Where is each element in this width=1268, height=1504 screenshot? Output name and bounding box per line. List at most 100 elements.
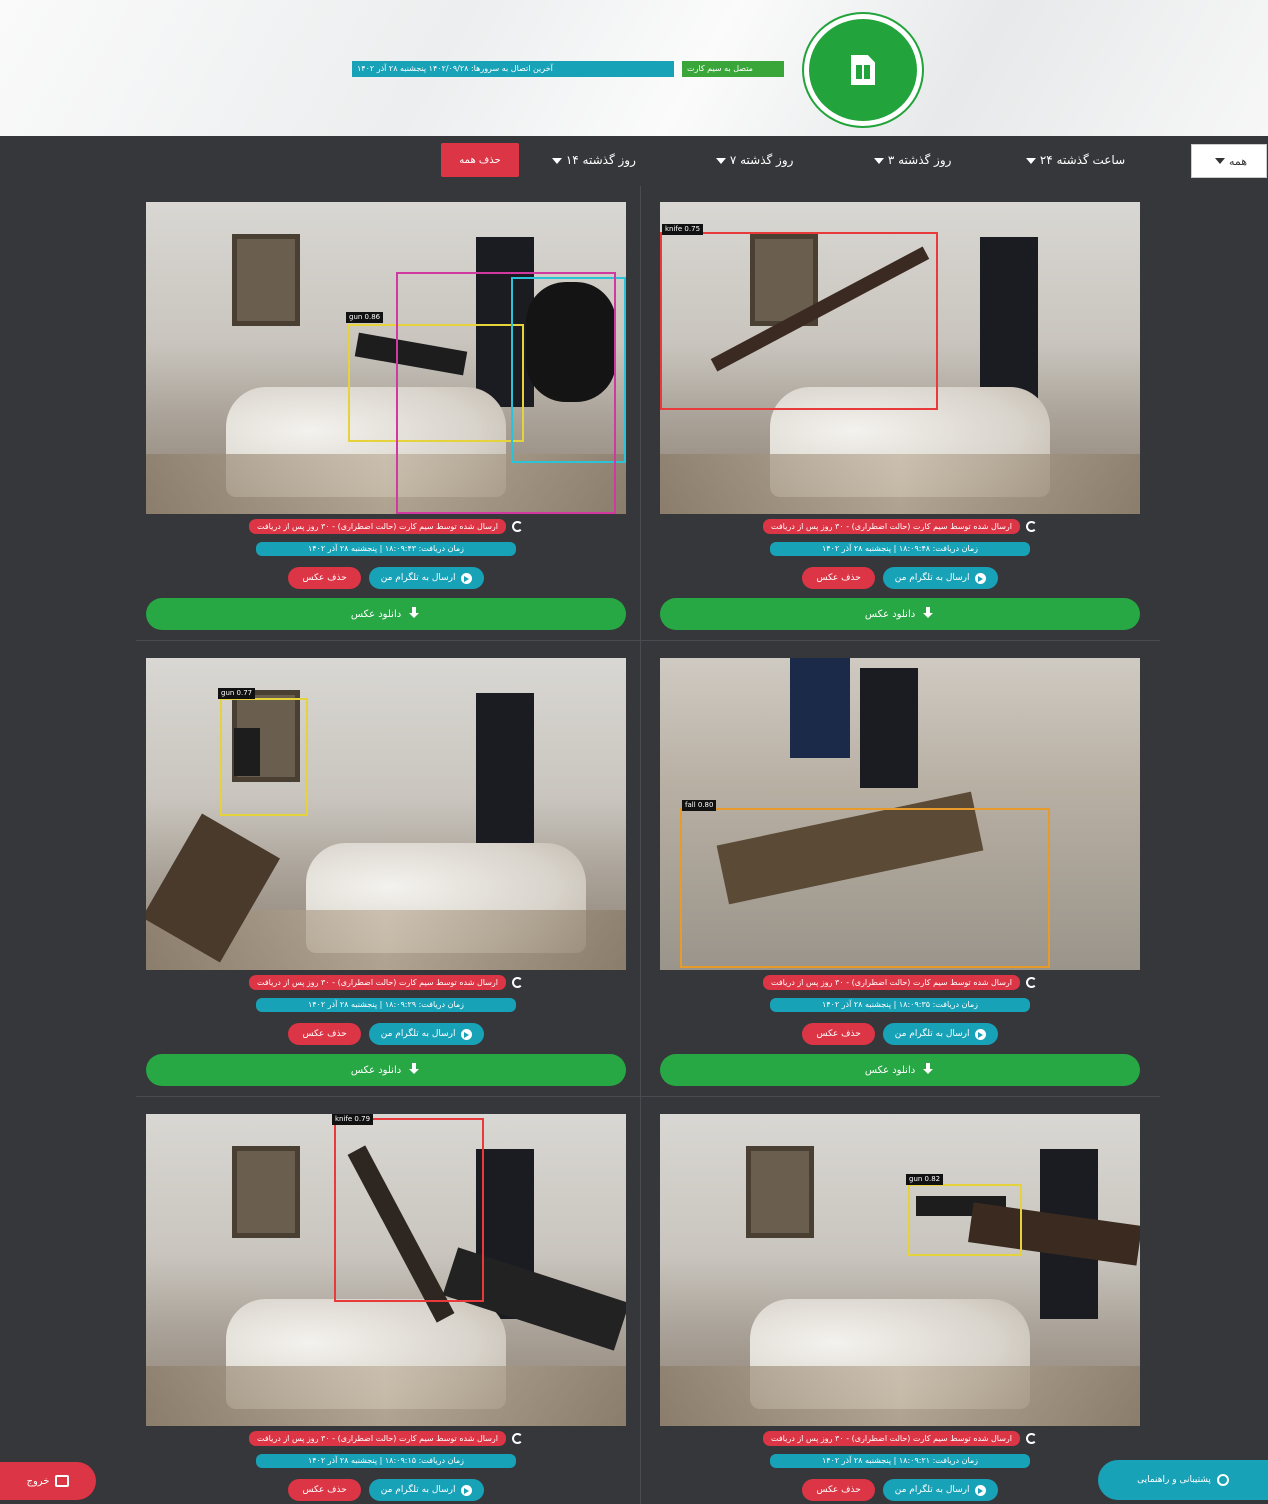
send-telegram-button[interactable]: ارسال به تلگرام من — [368, 1479, 484, 1501]
sentence-badge: ارسال شده توسط سیم کارت (حالت اضطراری) -… — [249, 975, 506, 990]
send-telegram-label: ارسال به تلگرام من — [894, 1029, 970, 1039]
delete-photo-button[interactable]: حذف عکس — [802, 567, 875, 589]
telegram-icon — [974, 572, 986, 584]
sim-status-badge: متصل به سیم کارت — [682, 61, 784, 77]
photo-sentence: ارسال شده توسط سیم کارت (حالت اضطراری) -… — [146, 974, 626, 991]
detection-box — [396, 272, 616, 514]
sentence-badge: ارسال شده توسط سیم کارت (حالت اضطراری) -… — [249, 1431, 506, 1446]
sentence-badge: ارسال شده توسط سیم کارت (حالت اضطراری) -… — [763, 975, 1020, 990]
photo-grid: knife 0.75 ارسال شده توسط سیم کارت (حالت… — [0, 186, 1268, 1504]
send-telegram-button[interactable]: ارسال به تلگرام من — [882, 1479, 998, 1501]
camera-snapshot[interactable]: knife 0.79 — [146, 1114, 626, 1426]
filter-24h[interactable]: ۲۴ ساعت گذشته — [1022, 153, 1125, 167]
chevron-down-icon — [1026, 157, 1036, 164]
received-time-badge: زمان دریافت: ۱۸:۰۹:۱۵ | پنجشنبه ۲۸ آذر ۱… — [256, 1454, 516, 1468]
detection-label: fall 0.80 — [682, 800, 717, 811]
detection-label: gun 0.77 — [218, 688, 256, 699]
refresh-icon[interactable] — [1026, 521, 1037, 532]
received-time-badge: زمان دریافت: ۱۸:۰۹:۲۹ | پنجشنبه ۲۸ آذر ۱… — [256, 998, 516, 1012]
camera-snapshot[interactable]: fall 0.80 — [660, 658, 1140, 970]
photo-sentence: ارسال شده توسط سیم کارت (حالت اضطراری) -… — [660, 974, 1140, 991]
detection-label: knife 0.79 — [332, 1114, 374, 1125]
download-photo-button[interactable]: دانلود عکس — [146, 598, 626, 630]
photo-card: knife 0.75 ارسال شده توسط سیم کارت (حالت… — [660, 202, 1140, 630]
delete-photo-button[interactable]: حذف عکس — [288, 1479, 361, 1501]
received-time-badge: زمان دریافت: ۱۸:۰۹:۴۸ | پنجشنبه ۲۸ آذر ۱… — [770, 542, 1030, 556]
filter-all-dropdown[interactable]: همه — [1191, 144, 1267, 178]
telegram-icon — [460, 572, 472, 584]
download-label: دانلود عکس — [864, 1064, 916, 1076]
refresh-icon[interactable] — [512, 521, 523, 532]
delete-all-button[interactable]: حذف همه — [441, 143, 519, 177]
sentence-badge: ارسال شده توسط سیم کارت (حالت اضطراری) -… — [763, 519, 1020, 534]
photo-actions: حذف عکس ارسال به تلگرام من — [660, 1479, 1140, 1501]
download-icon — [407, 1063, 421, 1077]
photo-actions: حذف عکس ارسال به تلگرام من — [146, 567, 626, 589]
photo-actions: حذف عکس ارسال به تلگرام من — [146, 1023, 626, 1045]
filter-14d[interactable]: ۱۴ روز گذشته — [548, 153, 636, 167]
refresh-icon[interactable] — [1026, 1433, 1037, 1444]
support-label: پشتیبانی و راهنمایی — [1137, 1475, 1211, 1485]
send-telegram-button[interactable]: ارسال به تلگرام من — [882, 567, 998, 589]
refresh-icon[interactable] — [512, 977, 523, 988]
send-telegram-label: ارسال به تلگرام من — [894, 1485, 970, 1495]
send-telegram-label: ارسال به تلگرام من — [380, 1029, 456, 1039]
delete-photo-button[interactable]: حذف عکس — [288, 567, 361, 589]
delete-photo-button[interactable]: حذف عکس — [288, 1023, 361, 1045]
photo-card: fall 0.80 ارسال شده توسط سیم کارت (حالت … — [660, 658, 1140, 1086]
last-connection-badge: آخرین اتصال به سرورها: ۱۴۰۲/۰۹/۲۸ پنجشنب… — [352, 61, 674, 77]
support-icon — [1216, 1474, 1229, 1486]
refresh-icon[interactable] — [512, 1433, 523, 1444]
chevron-down-icon — [716, 157, 726, 164]
chevron-down-icon — [1214, 158, 1225, 164]
download-photo-button[interactable]: دانلود عکس — [146, 1054, 626, 1086]
photo-actions: حذف عکس ارسال به تلگرام من — [660, 567, 1140, 589]
detection-box — [908, 1184, 1022, 1256]
detection-box — [220, 698, 308, 816]
delete-photo-button[interactable]: حذف عکس — [802, 1479, 875, 1501]
camera-snapshot[interactable]: gun 0.82 — [660, 1114, 1140, 1426]
grid-divider — [136, 1096, 1160, 1097]
telegram-icon — [460, 1484, 472, 1496]
exit-button[interactable]: خروج — [0, 1462, 96, 1500]
download-photo-button[interactable]: دانلود عکس — [660, 1054, 1140, 1086]
download-icon — [921, 607, 935, 621]
filter-7d[interactable]: ۷ روز گذشته — [712, 153, 793, 167]
filter-all-label: همه — [1228, 154, 1248, 168]
sentence-badge: ارسال شده توسط سیم کارت (حالت اضطراری) -… — [249, 519, 506, 534]
photo-sentence: ارسال شده توسط سیم کارت (حالت اضطراری) -… — [146, 1430, 626, 1447]
delete-photo-button[interactable]: حذف عکس — [802, 1023, 875, 1045]
download-label: دانلود عکس — [350, 608, 402, 620]
download-icon — [407, 607, 421, 621]
camera-snapshot[interactable]: gun 0.77 — [146, 658, 626, 970]
download-photo-button[interactable]: دانلود عکس — [660, 598, 1140, 630]
camera-snapshot[interactable]: knife 0.75 — [660, 202, 1140, 514]
sim-card-icon — [851, 55, 875, 85]
send-telegram-button[interactable]: ارسال به تلگرام من — [368, 1023, 484, 1045]
support-button[interactable]: پشتیبانی و راهنمایی — [1098, 1460, 1268, 1500]
download-label: دانلود عکس — [350, 1064, 402, 1076]
download-label: دانلود عکس — [864, 608, 916, 620]
photo-card: gun 0.82 ارسال شده توسط سیم کارت (حالت ا… — [660, 1114, 1140, 1501]
send-telegram-label: ارسال به تلگرام من — [380, 573, 456, 583]
telegram-icon — [974, 1484, 986, 1496]
photo-sentence: ارسال شده توسط سیم کارت (حالت اضطراری) -… — [660, 1430, 1140, 1447]
photo-card: gun 0.77 ارسال شده توسط سیم کارت (حالت ا… — [146, 658, 626, 1086]
chevron-down-icon — [874, 157, 884, 164]
filter-14d-label: ۱۴ روز گذشته — [565, 153, 636, 167]
refresh-icon[interactable] — [1026, 977, 1037, 988]
detection-box — [680, 808, 1050, 968]
photo-sentence: ارسال شده توسط سیم کارت (حالت اضطراری) -… — [660, 518, 1140, 535]
send-telegram-button[interactable]: ارسال به تلگرام من — [368, 567, 484, 589]
download-icon — [921, 1063, 935, 1077]
camera-snapshot[interactable]: gun 0.86 — [146, 202, 626, 514]
filter-3d-label: ۳ روز گذشته — [887, 153, 952, 167]
exit-label: خروج — [26, 1475, 50, 1487]
photo-card: gun 0.86 ارسال شده توسط سیم کارت (حالت ا… — [146, 202, 626, 630]
send-telegram-button[interactable]: ارسال به تلگرام من — [882, 1023, 998, 1045]
filter-3d[interactable]: ۳ روز گذشته — [870, 153, 951, 167]
received-time-badge: زمان دریافت: ۱۸:۰۹:۲۱ | پنجشنبه ۲۸ آذر ۱… — [770, 1454, 1030, 1468]
detection-box — [334, 1118, 484, 1302]
page-header: آخرین اتصال به سرورها: ۱۴۰۲/۰۹/۲۸ پنجشنب… — [0, 0, 1268, 136]
photo-actions: حذف عکس ارسال به تلگرام من — [146, 1479, 626, 1501]
